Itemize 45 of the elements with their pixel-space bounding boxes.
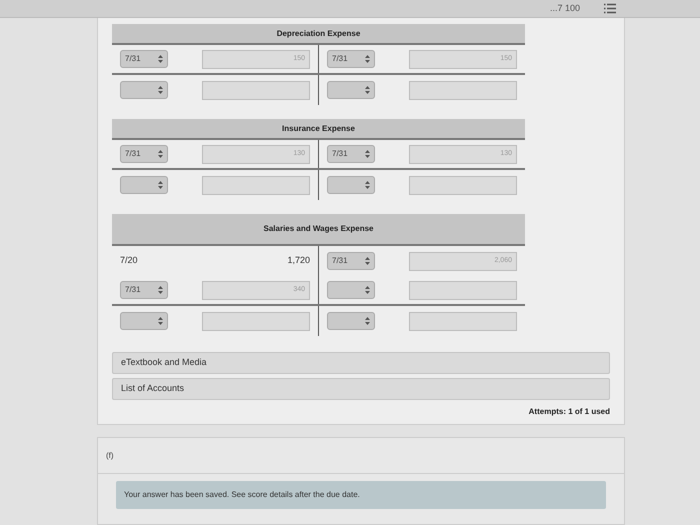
amount-field[interactable] <box>202 176 310 194</box>
attempts-text: Attempts: 1 of 1 used <box>528 406 610 418</box>
date-select[interactable]: 7/31 <box>327 252 375 270</box>
select-arrows-icon <box>158 181 163 189</box>
date-select[interactable] <box>120 176 168 194</box>
amount-field[interactable] <box>409 80 517 100</box>
date-select[interactable]: 7/31 <box>327 145 375 163</box>
saved-message: Your answer has been saved. See score details after the due date. <box>116 481 606 509</box>
select-arrows-icon <box>158 150 163 158</box>
account-title-bar: Salaries and Wages Expense <box>112 214 525 246</box>
select-arrows-icon <box>365 257 370 265</box>
date-select[interactable] <box>327 81 375 99</box>
select-arrows-icon <box>365 181 370 189</box>
select-arrows-icon <box>158 286 163 294</box>
entry-amount: 1,720 <box>287 254 310 268</box>
account-title-bar: Depreciation Expense <box>112 24 525 45</box>
date-select[interactable]: 7/31 <box>327 50 375 68</box>
date-select[interactable]: 7/31 <box>120 50 168 68</box>
select-arrows-icon <box>158 317 163 325</box>
date-select[interactable] <box>327 312 375 330</box>
score-text: ...7 100 <box>550 2 580 15</box>
select-arrows-icon <box>365 150 370 158</box>
resource-link[interactable]: List of Accounts <box>112 378 610 400</box>
date-select[interactable] <box>327 281 375 299</box>
select-arrows-icon <box>158 55 163 63</box>
select-arrows-icon <box>365 86 370 94</box>
date-select[interactable] <box>120 81 168 99</box>
date-select[interactable] <box>327 176 375 194</box>
part-label: (f) <box>106 450 114 462</box>
date-select[interactable] <box>120 312 168 330</box>
date-select[interactable]: 7/31 <box>120 145 168 163</box>
select-arrows-icon <box>365 317 370 325</box>
amount-field[interactable] <box>409 176 517 194</box>
amount-field[interactable] <box>202 80 310 100</box>
select-arrows-icon <box>365 55 370 63</box>
resource-link[interactable]: eTextbook and Media <box>112 352 610 374</box>
select-arrows-icon <box>158 86 163 94</box>
amount-field[interactable] <box>409 312 517 330</box>
date-select[interactable]: 7/31 <box>120 281 168 299</box>
amount-field[interactable] <box>409 280 517 300</box>
list-icon[interactable] <box>604 3 616 14</box>
amount-field[interactable] <box>202 312 310 330</box>
account-title-bar: Insurance Expense <box>112 119 525 140</box>
entry-date: 7/20 <box>120 254 138 268</box>
select-arrows-icon <box>365 286 370 294</box>
